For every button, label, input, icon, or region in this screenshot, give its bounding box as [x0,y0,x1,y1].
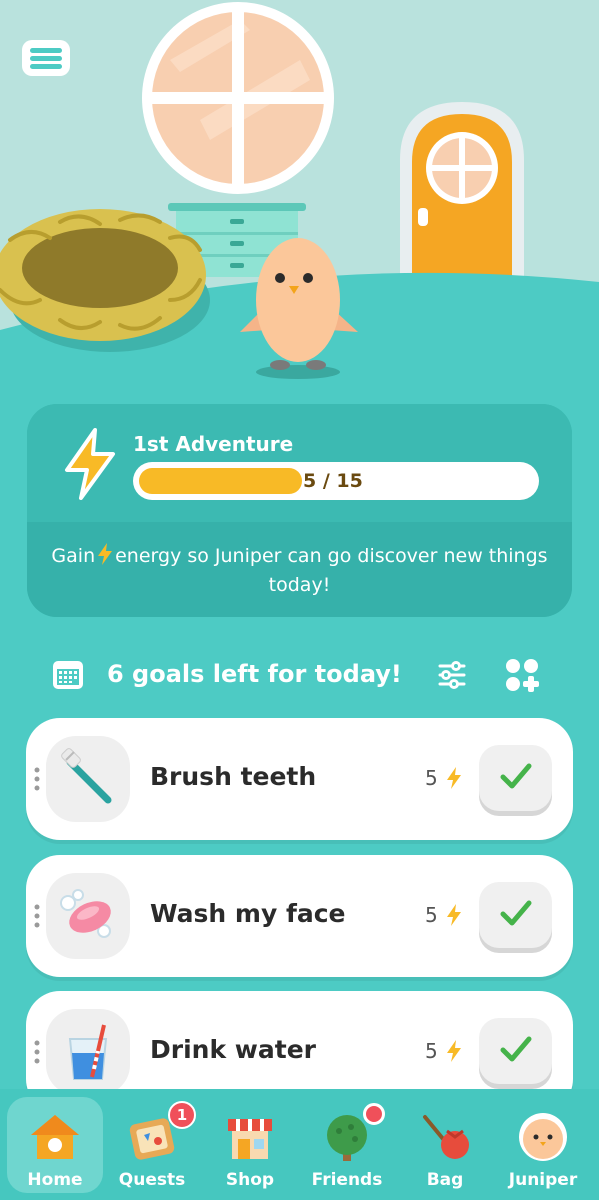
round-window [142,2,334,194]
calendar-icon [53,661,83,689]
goal-thumbnail [46,1009,130,1095]
nav-label: Juniper [508,1170,578,1190]
door [400,102,524,300]
quests-badge: 1 [168,1101,196,1129]
goal-thumbnail [46,736,130,822]
nav-juniper[interactable]: Juniper [495,1097,591,1193]
nav-label: Home [27,1170,83,1190]
nav-label: Shop [225,1170,275,1190]
water-glass-icon [68,1024,108,1080]
adventure-progress-count: 5 / 15 [303,470,363,492]
sliders-icon [438,661,466,689]
goal-points: 5 [425,766,438,790]
nav-label: Bag [426,1170,464,1190]
complete-goal-button[interactable] [479,745,552,811]
energy-bolt-icon [447,767,461,789]
nav-quests[interactable]: 1 Quests [104,1097,200,1193]
nav-shop[interactable]: Shop [202,1097,298,1193]
energy-bolt-icon [447,1040,461,1062]
friends-notification-dot [363,1103,385,1125]
checkmark-icon [500,763,532,789]
complete-goal-button[interactable] [479,882,552,948]
adventure-message-end: energy so Juniper can go discover new th… [115,545,548,596]
goal-label: Drink water [150,1035,316,1064]
complete-goal-button[interactable] [479,1018,552,1084]
grid-plus-icon [506,659,539,692]
adventure-message-area: Gain energy so Juniper can go discover ne… [27,522,572,617]
goal-label: Wash my face [150,899,346,928]
nav-friends[interactable]: Friends [299,1097,395,1193]
bag-icon [423,1115,469,1159]
adventure-message: Gain energy so Juniper can go discover ne… [47,542,552,600]
adventure-message-start: Gain [51,545,96,567]
hamburger-menu-button[interactable] [20,38,72,78]
goal-points: 5 [425,903,438,927]
goals-header: 6 goals left for today! [0,650,599,700]
adventure-card[interactable]: 1st Adventure 5 / 15 Gain energy so Junip… [27,404,572,617]
shop-icon [228,1119,272,1159]
adventure-progress-fill [139,468,302,494]
nav-bag[interactable]: Bag [397,1097,493,1193]
drag-handle-icon[interactable] [34,903,40,929]
energy-bolt-icon [65,428,115,500]
room-scene [0,0,599,400]
nav-label: Friends [311,1170,383,1190]
juniper-avatar-icon [519,1113,567,1161]
goals-left-title: 6 goals left for today! [107,660,402,688]
toothbrush-icon [61,748,112,804]
nav-label: Quests [118,1170,186,1190]
drag-handle-icon[interactable] [34,766,40,792]
goal-points: 5 [425,1039,438,1063]
bottom-navigation: Home 1 Quests Shop Friends Bag Juniper [0,1089,599,1200]
birdhouse-icon [31,1115,79,1159]
checkmark-icon [500,1036,532,1062]
filter-button[interactable] [436,660,468,690]
goal-thumbnail [46,873,130,959]
add-goal-button[interactable] [505,658,539,692]
adventure-header: 1st Adventure 5 / 15 [27,404,572,522]
goal-card-brush-teeth[interactable]: Brush teeth 5 [26,718,573,840]
drag-handle-icon[interactable] [34,1039,40,1065]
goal-card-wash-face[interactable]: Wash my face 5 [26,855,573,977]
goal-label: Brush teeth [150,762,317,791]
room-illustration [0,0,599,400]
adventure-progress-bar: 5 / 15 [133,462,539,500]
adventure-title: 1st Adventure [133,432,294,456]
checkmark-icon [500,900,532,926]
menu-icon [22,40,70,76]
soap-icon [60,889,111,938]
energy-bolt-icon [98,543,113,565]
nav-home[interactable]: Home [7,1097,103,1193]
energy-bolt-icon [447,904,461,926]
